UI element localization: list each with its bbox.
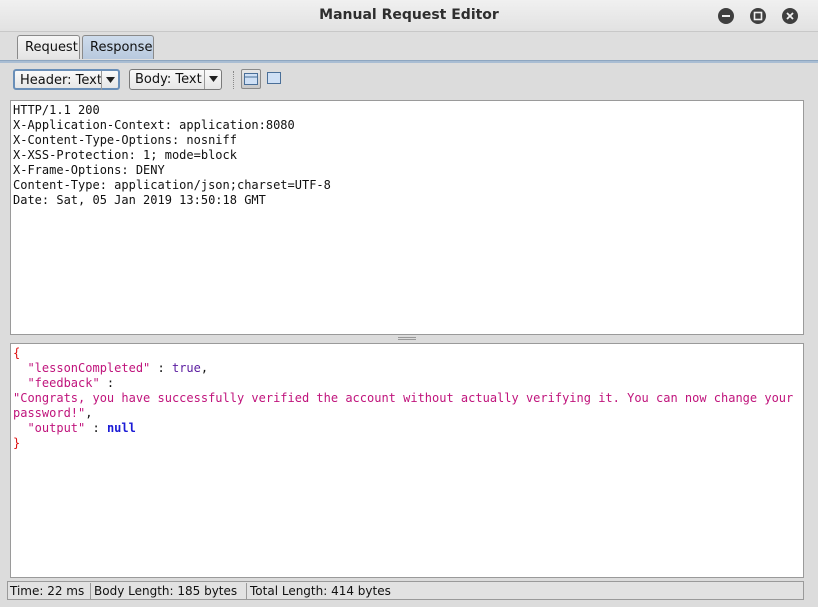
json-key: "lessonCompleted" <box>27 361 151 375</box>
json-value: null <box>106 421 136 435</box>
header-line: Date: Sat, 05 Jan 2019 13:50:18 GMT <box>13 193 266 207</box>
drag-handle-icon <box>398 337 416 340</box>
split-view-icon <box>244 73 258 85</box>
response-header-editor[interactable]: HTTP/1.1 200 X-Application-Context: appl… <box>10 100 804 335</box>
status-total-length: Total Length: 414 bytes <box>250 584 391 598</box>
json-close-brace: } <box>13 436 21 450</box>
header-line: HTTP/1.1 200 <box>13 103 100 117</box>
header-format-label: Header: Text <box>20 73 102 88</box>
json-open-brace: { <box>13 346 21 360</box>
json-key: "feedback" <box>27 376 100 390</box>
body-format-select[interactable]: Body: Text <box>129 69 222 90</box>
json-value: true <box>171 361 201 375</box>
response-body-editor[interactable]: { "lessonCompleted" : true, "feedback" :… <box>10 343 804 578</box>
header-format-select[interactable]: Header: Text <box>13 69 120 90</box>
chevron-down-icon <box>204 70 221 89</box>
json-value: "Congrats, you have successfully verifie… <box>13 391 794 420</box>
json-key: "output" <box>27 421 86 435</box>
header-line: Content-Type: application/json;charset=U… <box>13 178 331 192</box>
status-separator <box>90 583 91 599</box>
header-line: X-Application-Context: application:8080 <box>13 118 295 132</box>
single-view-icon <box>267 72 281 84</box>
header-line: X-XSS-Protection: 1; mode=block <box>13 148 237 162</box>
split-view-button[interactable] <box>241 69 261 89</box>
body-format-label: Body: Text <box>135 72 202 87</box>
window-title: Manual Request Editor <box>319 7 499 23</box>
toolbar-separator <box>233 71 235 89</box>
maximize-button[interactable] <box>750 8 766 24</box>
close-icon <box>786 12 794 20</box>
status-body-length: Body Length: 185 bytes <box>94 584 238 598</box>
title-bar: Manual Request Editor <box>0 0 818 32</box>
status-time: Time: 22 ms <box>10 584 85 598</box>
toolbar: Header: Text Body: Text <box>0 63 818 97</box>
header-line: X-Frame-Options: DENY <box>13 163 165 177</box>
header-line: X-Content-Type-Options: nosniff <box>13 133 237 147</box>
tab-bar: Request Response <box>0 32 818 62</box>
minimize-button[interactable] <box>718 8 734 24</box>
tab-request[interactable]: Request <box>17 35 80 59</box>
status-bar: Time: 22 ms Body Length: 185 bytes Total… <box>7 581 804 600</box>
tab-response[interactable]: Response <box>82 35 154 59</box>
maximize-icon <box>753 11 763 21</box>
status-separator <box>246 583 247 599</box>
split-divider[interactable] <box>10 335 804 343</box>
minimize-icon <box>722 15 730 17</box>
single-view-button[interactable] <box>265 69 285 89</box>
chevron-down-icon <box>101 71 118 90</box>
close-button[interactable] <box>782 8 798 24</box>
